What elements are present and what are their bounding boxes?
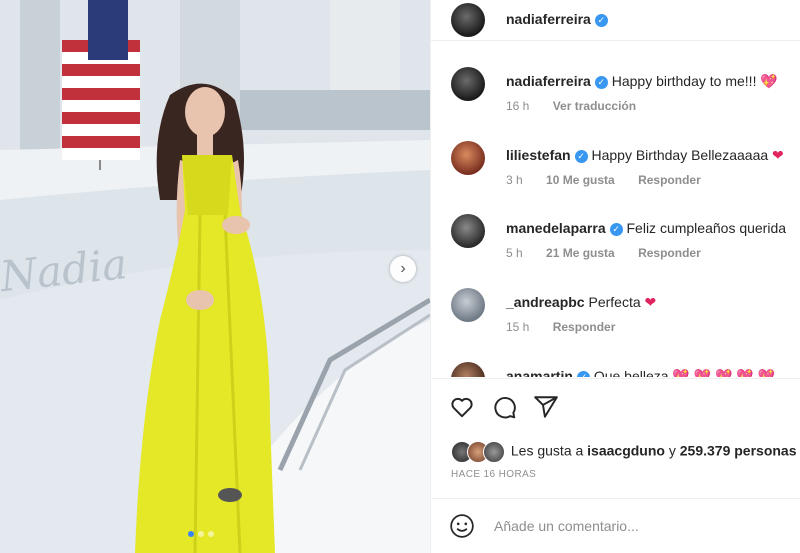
comment-username[interactable]: _andreapbc [506,294,585,310]
comment-item: anamartin ✓ Que belleza 💖 💖 💖 💖 💖 [431,347,800,377]
comment-item: manedelaparra ✓ Feliz cumpleaños querida … [431,199,800,260]
post-header: nadiaferreira ✓ [431,0,800,41]
comment-item: nadiaferreira ✓ Happy birthday to me!!! 💖… [431,52,800,113]
comment-username[interactable]: anamartin [506,368,573,377]
share-icon[interactable] [533,394,559,420]
comment-time: 5 h [506,246,523,260]
post-side-panel: nadiaferreira ✓ nadiaferreira ✓ Happy birt… [430,0,800,553]
avatar[interactable] [451,141,485,175]
comments-list[interactable]: nadiaferreira ✓ Happy birthday to me!!! 💖… [431,52,800,377]
comment-text: Feliz cumpleaños querida [626,220,787,236]
add-comment-bar[interactable]: Añade un comentario... [449,513,789,541]
emoji-icon[interactable] [449,513,475,539]
comment-time: 16 h [506,99,530,113]
verified-badge-icon: ✓ [594,13,608,27]
comment-item: liliestefan ✓ Happy Birthday Bellezaaaaa … [431,126,800,187]
likes-connector: y [668,442,676,459]
comment-likes[interactable]: 10 Me gusta [546,173,615,187]
avatar[interactable] [451,214,485,248]
heart-emoji: 💖 💖 💖 💖 💖 [672,368,776,377]
see-translation-link[interactable]: Ver traducción [553,99,636,113]
author-username[interactable]: nadiaferreira ✓ [506,11,608,27]
divider [431,378,800,379]
avatar[interactable] [451,3,485,37]
comment-username[interactable]: liliestefan [506,147,571,163]
comment-text: Perfecta [588,294,641,310]
yacht-scene-illustration: Nadia [0,0,430,553]
verified-badge-icon: ✓ [594,75,608,89]
likes-count[interactable]: 259.379 personas [680,443,797,459]
comment-time: 15 h [506,320,530,334]
comment-likes[interactable]: 21 Me gusta [546,246,615,260]
comment-input[interactable]: Añade un comentario... [494,518,639,534]
avatar[interactable] [451,362,485,377]
carousel-dot [198,531,204,537]
avatar[interactable] [451,288,485,322]
post-photo: Nadia › [0,0,430,553]
comment-text: Que belleza [593,368,669,377]
verified-badge-icon: ✓ [574,149,588,163]
comment-text: Happy Birthday Bellezaaaaa [591,147,769,163]
heart-emoji: 💖 [760,73,778,89]
carousel-dot [208,531,214,537]
avatar[interactable] [451,67,485,101]
chevron-right-icon: › [400,260,406,277]
comment-time: 3 h [506,173,523,187]
verified-badge-icon: ✓ [576,370,590,377]
carousel-dot [188,531,194,537]
comment-icon[interactable] [491,394,517,420]
comment-item: _andreapbc Perfecta ❤ 15 h Responder [431,273,800,334]
heart-emoji: ❤ [772,147,784,163]
next-photo-button[interactable]: › [390,256,416,282]
reply-button[interactable]: Responder [638,173,701,187]
likes-summary: Les gusta a isaacgduno y 259.379 persona… [451,441,797,463]
verified-badge-icon: ✓ [609,222,623,236]
likes-prefix: Les gusta a [510,442,584,459]
divider [431,498,800,499]
reply-button[interactable]: Responder [638,246,701,260]
heart-emoji: ❤ [644,294,657,310]
liker-username[interactable]: isaacgduno [587,443,665,459]
comment-username[interactable]: nadiaferreira [506,73,591,89]
avatar [483,441,505,463]
comment-username[interactable]: manedelaparra [506,220,606,236]
posted-time: HACE 16 HORAS [451,469,537,480]
post-actions [449,394,559,420]
liker-avatars [451,441,507,463]
comment-text: Happy birthday to me!!! [611,73,757,89]
heart-icon[interactable] [449,394,475,420]
reply-button[interactable]: Responder [553,320,616,334]
carousel-dots [188,531,214,537]
